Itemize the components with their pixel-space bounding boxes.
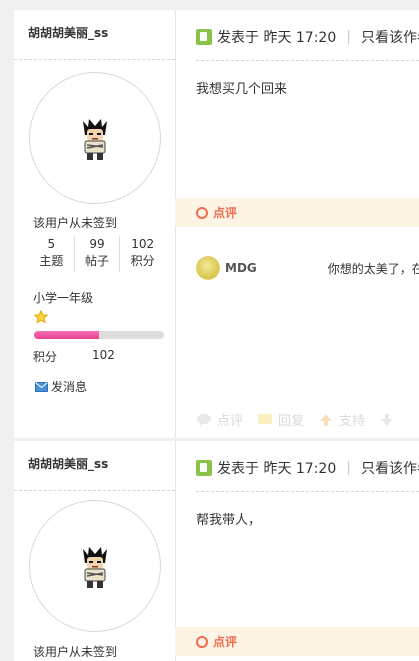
wolverine-avatar-icon [83,547,107,588]
post-time: 发表于 昨天 17:20 [217,461,337,477]
post-actions: 点评 回复 支持 [196,410,414,429]
post-document-icon [196,29,212,45]
oppose-button[interactable] [379,413,400,427]
comment-ring-icon [196,635,208,648]
stat-posts-label: 帖子 [85,254,110,268]
only-author-link[interactable]: 只看该作者 [361,27,419,47]
comment-item: MDG 你想的太美了，在我 [196,256,419,280]
support-label: 支持 [339,414,366,429]
stat-points-label: 积分 [130,254,155,268]
stat-posts-value: 99 [89,237,105,251]
reply-label: 回复 [278,414,305,429]
comment-header-label: 点评 [213,206,238,220]
post-1: 胡胡胡美丽_ss 该用户从未签到 5 主题 99 帖子 102 积分 小学一年级… [14,10,419,438]
comment-bubble-icon [197,413,211,426]
sidebar-divider [14,490,175,491]
post-meta: 发表于 昨天 17:20 | 只看该作者 [196,458,419,478]
comment-text: 你想的太美了，在我 [327,261,419,276]
sidebar-divider [14,59,175,60]
post-divider [196,491,419,492]
meta-separator: | [346,460,351,476]
thumbs-down-icon [381,413,394,426]
stat-threads[interactable]: 5 主题 [29,236,74,272]
stat-points-value: 102 [131,237,155,251]
send-message-label: 发消息 [51,380,88,394]
stat-points[interactable]: 102 积分 [119,236,165,272]
author-stats: 5 主题 99 帖子 102 积分 [29,236,165,272]
author-sidebar: 胡胡胡美丽_ss 该用户从未签到 5 主题 99 帖子 102 积分 小学一年级… [14,10,176,438]
review-button[interactable]: 点评 [196,410,243,429]
post-content: 帮我带人， [196,513,262,528]
review-label: 点评 [217,414,244,429]
post-meta: 发表于 昨天 17:20 | 只看该作者 [196,27,419,47]
post-content: 我想买几个回来 [196,82,288,97]
reply-icon [258,413,273,424]
wolverine-avatar-icon [83,119,107,160]
commenter-avatar[interactable] [196,256,220,280]
comment-header-label: 点评 [213,635,238,649]
signin-status: 该用户从未签到 [33,216,118,230]
commenter-name[interactable]: MDG [225,261,257,275]
stat-threads-label: 主题 [39,254,64,268]
points-label: 积分 [33,350,58,364]
stat-threads-value: 5 [47,237,56,251]
only-author-link[interactable]: 只看该作者 [361,458,419,478]
send-message-link[interactable]: 发消息 [35,378,87,395]
user-level[interactable]: 小学一年级 [33,289,93,306]
post-divider [196,60,419,61]
stat-posts[interactable]: 99 帖子 [73,236,120,272]
author-sidebar: 胡胡胡美丽_ss 该用户从未签到 [14,441,176,661]
points-value: 102 [92,348,115,362]
post-document-icon [196,460,212,476]
comment-header: 点评 [175,198,419,227]
post-time: 发表于 昨天 17:20 [217,30,337,46]
author-avatar[interactable] [29,72,161,204]
star-icon [34,310,48,324]
meta-separator: | [346,29,351,45]
level-progress-bar [34,331,164,339]
author-avatar[interactable] [29,500,161,632]
post-body: 发表于 昨天 17:20 | 只看该作者 我想买几个回来 点评 MDG 你想的太… [175,10,419,438]
author-name[interactable]: 胡胡胡美丽_ss [28,24,108,41]
post-2: 胡胡胡美丽_ss 该用户从未签到 发表于 昨天 17:20 | 只看该作者 [14,441,419,661]
thumbs-up-icon [320,413,333,426]
reply-button[interactable]: 回复 [257,410,304,429]
support-button[interactable]: 支持 [318,410,365,429]
author-name[interactable]: 胡胡胡美丽_ss [28,455,108,472]
envelope-icon [35,381,48,392]
level-progress-fill [34,331,99,339]
comment-ring-icon [196,206,208,219]
post-body: 发表于 昨天 17:20 | 只看该作者 帮我带人， 点评 [175,441,419,661]
